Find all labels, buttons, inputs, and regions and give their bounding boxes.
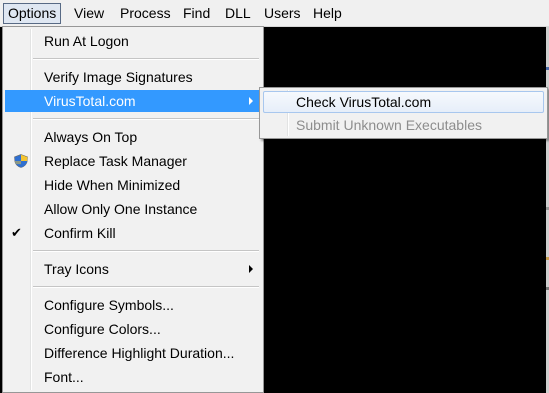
menu-item-difference-highlight-duration[interactable]: Difference Highlight Duration...: [5, 342, 261, 364]
menu-item-check-virustotal[interactable]: Check VirusTotal.com: [263, 91, 544, 113]
menu-item-label: Font...: [44, 369, 84, 385]
menu-item-replace-task-manager[interactable]: Replace Task Manager: [5, 150, 261, 172]
menu-item-label: Allow Only One Instance: [44, 201, 198, 217]
menu-bar: Options View Process Find DLL Users Help: [0, 0, 549, 27]
menu-item-always-on-top[interactable]: Always On Top: [5, 126, 261, 148]
menu-item-label: Run At Logon: [44, 33, 129, 49]
chevron-right-icon: [249, 265, 253, 273]
menu-item-label: Confirm Kill: [44, 225, 116, 241]
menu-find[interactable]: Find: [179, 3, 214, 24]
menu-item-configure-symbols[interactable]: Configure Symbols...: [5, 294, 261, 316]
menu-item-label: Replace Task Manager: [44, 153, 187, 169]
menu-process[interactable]: Process: [116, 3, 175, 24]
menu-help[interactable]: Help: [309, 3, 346, 24]
menu-item-hide-when-minimized[interactable]: Hide When Minimized: [5, 174, 261, 196]
menu-item-confirm-kill[interactable]: ✔ Confirm Kill: [5, 222, 261, 244]
menu-item-label: Difference Highlight Duration...: [44, 345, 235, 361]
menu-item-label: VirusTotal.com: [44, 93, 136, 109]
chevron-right-icon: [249, 97, 253, 105]
process-list-area: [264, 27, 549, 393]
menu-separator: [33, 118, 259, 120]
menu-item-allow-only-one-instance[interactable]: Allow Only One Instance: [5, 198, 261, 220]
menu-separator: [33, 58, 259, 60]
menu-item-label: Configure Colors...: [44, 321, 161, 337]
menu-item-label: Check VirusTotal.com: [296, 94, 432, 110]
menu-users[interactable]: Users: [260, 3, 305, 24]
menu-separator: [33, 286, 259, 288]
menu-separator: [33, 250, 259, 252]
menu-item-configure-colors[interactable]: Configure Colors...: [5, 318, 261, 340]
menu-item-label: Configure Symbols...: [44, 297, 174, 313]
menu-item-virustotal[interactable]: VirusTotal.com: [5, 90, 261, 112]
menu-item-font[interactable]: Font...: [5, 366, 261, 388]
menu-item-submit-unknown-executables: Submit Unknown Executables: [263, 114, 544, 136]
options-dropdown: Run At Logon Verify Image Signatures Vir…: [2, 26, 264, 393]
menu-item-run-at-logon[interactable]: Run At Logon: [5, 30, 261, 52]
menu-item-verify-image-signatures[interactable]: Verify Image Signatures: [5, 66, 261, 88]
menu-item-label: Submit Unknown Executables: [296, 117, 482, 133]
menu-view[interactable]: View: [70, 3, 108, 24]
menu-dll[interactable]: DLL: [221, 3, 255, 24]
menu-item-tray-icons[interactable]: Tray Icons: [5, 258, 261, 280]
virustotal-submenu: Check VirusTotal.com Submit Unknown Exec…: [259, 87, 548, 139]
menu-item-label: Always On Top: [44, 129, 138, 145]
menu-options[interactable]: Options: [3, 3, 62, 24]
menu-item-label: Verify Image Signatures: [44, 69, 193, 85]
uac-shield-icon: [14, 154, 28, 168]
menu-item-label: Tray Icons: [44, 261, 109, 277]
menu-item-label: Hide When Minimized: [44, 177, 181, 193]
checkmark-icon: ✔: [11, 225, 22, 240]
